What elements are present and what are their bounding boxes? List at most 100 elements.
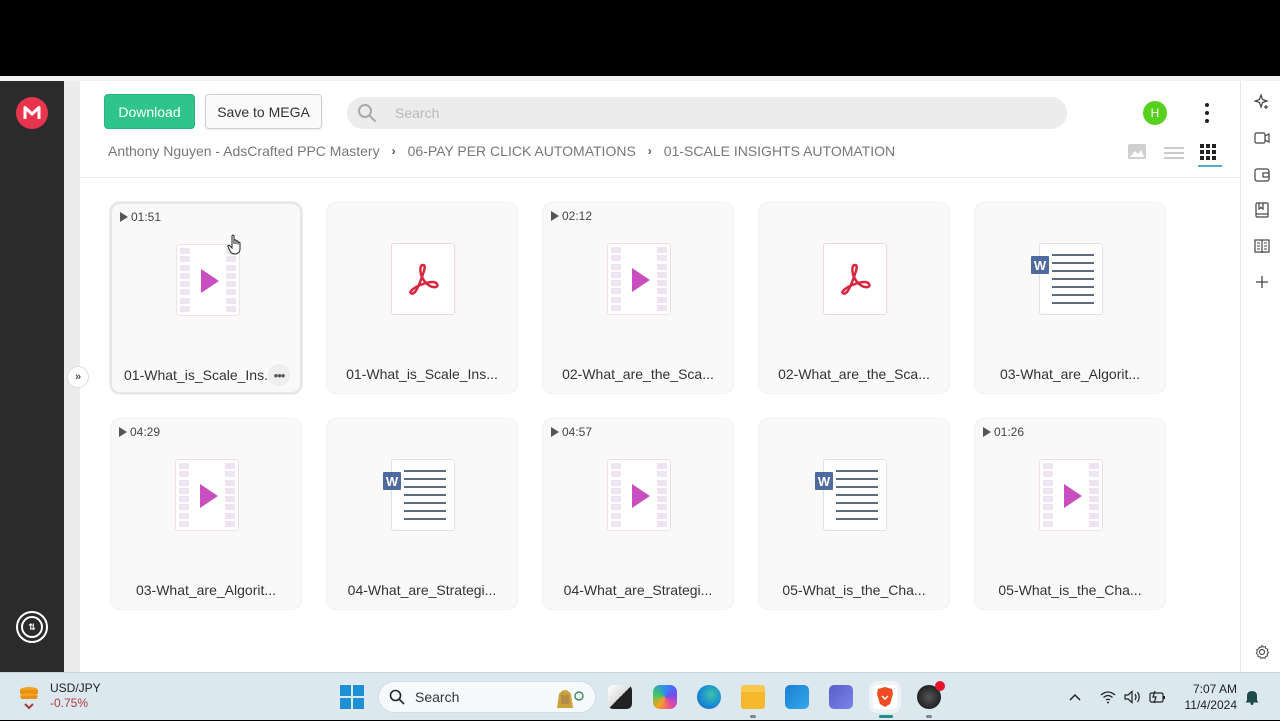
weather-ticker-widget[interactable]: USD/JPY -0.75% <box>18 681 101 711</box>
file-card-video[interactable]: 01:26 05-What_is_the_Cha... <box>974 418 1166 610</box>
file-card-video[interactable]: 02:12 02-What_are_the_Sca... <box>542 202 734 394</box>
video-duration: 01:51 <box>120 210 161 224</box>
play-small-icon <box>983 427 991 437</box>
reader-icon[interactable] <box>1253 237 1271 255</box>
coins-icon <box>18 685 40 710</box>
show-hidden-icons-button[interactable] <box>1068 673 1082 721</box>
breadcrumb: Anthony Nguyen - AdsCrafted PPC Mastery … <box>108 143 895 159</box>
file-more-options-button[interactable]: ••• <box>268 364 290 386</box>
header-divider <box>80 177 1240 178</box>
play-small-icon <box>119 427 127 437</box>
play-small-icon <box>551 211 559 221</box>
file-explorer-icon[interactable] <box>741 685 765 709</box>
running-indicator <box>750 715 756 718</box>
running-indicator <box>926 715 932 718</box>
file-card-doc[interactable]: W 04-What_are_Strategi... <box>326 418 518 610</box>
left-rail <box>0 81 64 672</box>
word-file-icon: W <box>815 459 887 531</box>
file-card-doc[interactable]: W 05-What_is_the_Cha... <box>758 418 950 610</box>
chevron-right-icon: › <box>391 144 396 158</box>
active-view-indicator <box>1198 165 1222 167</box>
brave-icon[interactable] <box>873 685 897 709</box>
bookmark-book-icon[interactable] <box>1253 201 1271 219</box>
list-view-button[interactable] <box>1164 144 1184 162</box>
taskbar-search[interactable]: Search <box>378 681 596 713</box>
list-icon <box>1164 147 1184 159</box>
thumbnail-view-button[interactable] <box>1128 144 1148 162</box>
word-badge: W <box>383 472 401 490</box>
download-button[interactable]: Download <box>104 94 195 129</box>
transfers-icon[interactable]: ⇅ <box>16 611 48 643</box>
word-badge: W <box>815 472 833 490</box>
file-card-pdf[interactable]: 01-What_is_Scale_Ins... <box>326 202 518 394</box>
file-card-video[interactable]: 01:51 01-What_is_Scale_Ins. ••• <box>110 202 302 394</box>
system-clock[interactable]: 7:07 AM 11/4/2024 <box>1180 681 1238 713</box>
breadcrumb-item[interactable]: 06-PAY PER CLICK AUTOMATIONS <box>408 143 636 159</box>
copilot-icon[interactable] <box>653 685 677 709</box>
play-icon <box>632 268 650 292</box>
windows-taskbar: USD/JPY -0.75% Search 7:07 AM 11/4/2024 <box>0 672 1280 720</box>
mega-logo[interactable] <box>16 97 48 129</box>
file-name: 04-What_are_Strategi... <box>563 582 713 598</box>
file-name: 05-What_is_the_Cha... <box>998 582 1142 598</box>
grid-icon <box>1200 144 1216 160</box>
file-name: 01-What_is_Scale_Ins... <box>346 366 498 382</box>
file-grid: 01:51 01-What_is_Scale_Ins. ••• 01-What_is_… <box>110 202 1166 610</box>
save-to-mega-button[interactable]: Save to MEGA <box>205 94 322 129</box>
ticker-change: -0.75% <box>50 696 89 710</box>
view-mode-toggles <box>1128 144 1236 162</box>
task-view-icon[interactable] <box>608 685 632 709</box>
search-bar[interactable] <box>347 97 1067 129</box>
expand-sidebar-button[interactable]: » <box>67 366 89 388</box>
duration-text: 02:12 <box>562 209 593 223</box>
active-app-indicator <box>879 715 893 718</box>
start-button[interactable] <box>340 685 364 709</box>
file-card-pdf[interactable]: 02-What_are_the_Sca... <box>758 202 950 394</box>
hand-cursor-icon <box>227 234 243 261</box>
more-options-icon[interactable] <box>1202 103 1212 123</box>
search-icon <box>357 103 377 123</box>
play-icon <box>201 269 219 293</box>
file-name: 01-What_is_Scale_Ins. <box>124 367 268 383</box>
battery-icon[interactable] <box>1148 673 1166 721</box>
file-card-doc[interactable]: W 03-What_are_Algorit... <box>974 202 1166 394</box>
gear-icon[interactable] <box>1253 643 1271 661</box>
play-icon <box>1064 484 1082 508</box>
avatar[interactable]: H <box>1143 101 1167 125</box>
plus-icon[interactable] <box>1253 273 1271 291</box>
ticker-symbol: USD/JPY <box>50 681 101 695</box>
wifi-icon[interactable] <box>1100 673 1116 721</box>
file-card-video[interactable]: 04:57 04-What_are_Strategi... <box>542 418 734 610</box>
file-name: 05-What_is_the_Cha... <box>782 582 926 598</box>
teams-icon[interactable] <box>829 685 853 709</box>
file-card-video[interactable]: 04:29 03-What_are_Algorit... <box>110 418 302 610</box>
wallet-icon[interactable] <box>1253 165 1271 183</box>
grid-view-button[interactable] <box>1200 144 1220 162</box>
breadcrumb-item[interactable]: Anthony Nguyen - AdsCrafted PPC Mastery <box>108 143 380 159</box>
notification-bell-icon[interactable] <box>1245 673 1259 721</box>
obs-icon[interactable] <box>917 681 945 709</box>
play-icon <box>200 484 218 508</box>
chevron-right-icon: › <box>647 144 652 158</box>
video-file-icon <box>607 243 671 315</box>
duration-text: 04:57 <box>562 425 593 439</box>
pdf-file-icon <box>823 243 887 315</box>
volume-icon[interactable] <box>1124 673 1142 721</box>
search-input[interactable] <box>395 105 995 121</box>
outlook-icon[interactable] <box>785 685 809 709</box>
video-camera-icon[interactable] <box>1253 129 1271 147</box>
sparkle-add-icon[interactable] <box>1253 93 1271 111</box>
video-duration: 04:57 <box>551 425 592 439</box>
video-duration: 01:26 <box>983 425 1024 439</box>
image-icon <box>1128 144 1146 159</box>
video-file-icon <box>175 459 239 531</box>
breadcrumb-item-current[interactable]: 01-SCALE INSIGHTS AUTOMATION <box>664 143 895 159</box>
transfer-arrows-icon: ⇅ <box>21 616 43 638</box>
search-highlight-icon <box>557 690 584 708</box>
play-small-icon <box>120 212 128 222</box>
search-icon <box>389 689 405 705</box>
clock-date: 11/4/2024 <box>1184 698 1238 712</box>
file-name: 03-What_are_Algorit... <box>135 582 277 598</box>
edge-icon[interactable] <box>697 685 721 709</box>
video-file-icon <box>607 459 671 531</box>
